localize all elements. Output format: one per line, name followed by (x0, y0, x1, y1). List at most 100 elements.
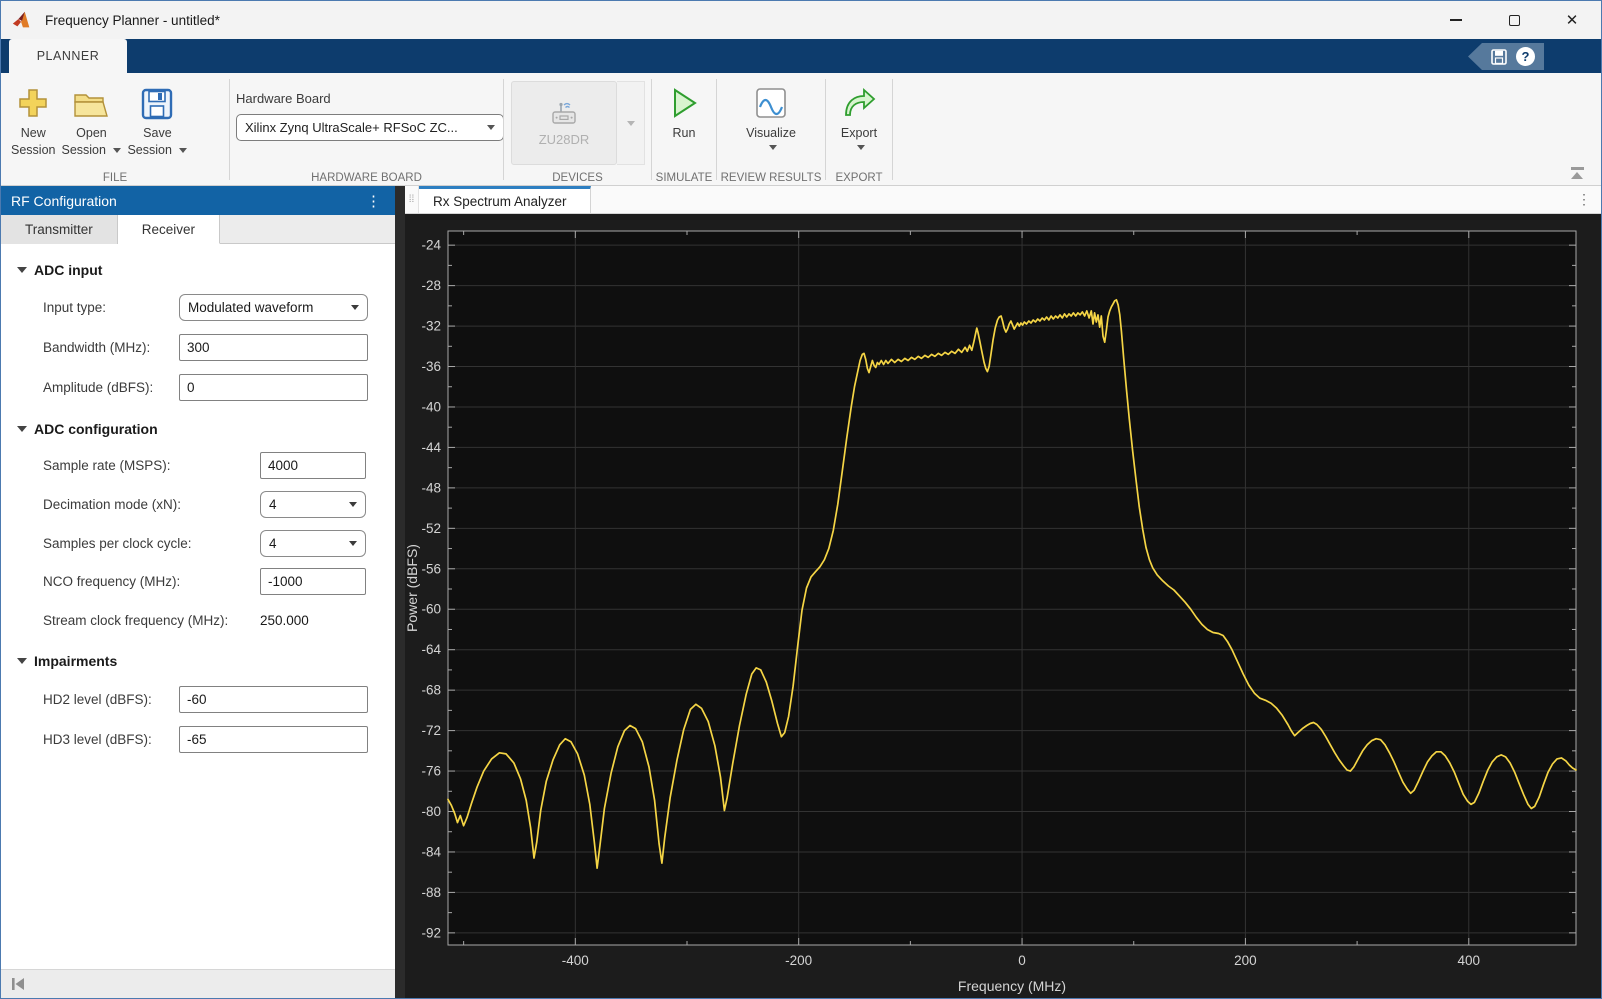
rf-configuration-header: RF Configuration ⋮ (1, 186, 395, 215)
stream-clock-label: Stream clock frequency (MHz): (43, 613, 229, 628)
new-session-button[interactable]: New Session (11, 81, 55, 159)
hardware-board-label: Hardware Board (236, 91, 331, 106)
hardware-board-value: Xilinx Zynq UltraScale+ RFSoC ZC... (245, 120, 458, 135)
minimize-button[interactable] (1427, 1, 1485, 39)
maximize-icon (1508, 14, 1520, 26)
svg-text:0: 0 (1018, 953, 1026, 968)
amplitude-input[interactable] (179, 374, 368, 401)
samples-per-clock-dropdown[interactable]: 4 (260, 530, 366, 557)
svg-text:-52: -52 (421, 521, 441, 536)
ribbon-tab-planner[interactable]: PLANNER (9, 39, 127, 73)
svg-text:-48: -48 (421, 480, 441, 495)
sample-rate-field-wrap (260, 452, 366, 479)
svg-text:-84: -84 (421, 844, 441, 859)
chevron-down-icon (351, 305, 359, 310)
export-dropdown-icon[interactable] (856, 144, 865, 150)
document-menu-icon[interactable]: ⋮ (1577, 191, 1591, 208)
section-export: Export EXPORT (826, 73, 892, 186)
hd2-level-field-wrap (179, 686, 368, 713)
rf-config-tabs: Transmitter Receiver (1, 215, 395, 244)
nco-frequency-input[interactable] (260, 568, 366, 595)
svg-text:-24: -24 (421, 238, 441, 253)
maximize-button[interactable] (1485, 1, 1543, 39)
open-session-button[interactable]: Open Session (61, 81, 122, 159)
decimation-mode-value: 4 (269, 497, 277, 512)
input-type-dropdown[interactable]: Modulated waveform (179, 294, 368, 321)
run-button[interactable]: Run (667, 81, 701, 142)
quick-save-icon[interactable] (1490, 48, 1508, 66)
minimize-icon (1450, 19, 1462, 21)
svg-text:-60: -60 (421, 602, 441, 617)
help-icon[interactable]: ? (1516, 47, 1535, 66)
collapse-ribbon-button[interactable] (1567, 167, 1587, 183)
spectrum-plot-canvas[interactable]: -400 -200 0 200 400 -24 -28 -32 -36 -40 -44 -48 -52 -… (404, 214, 1602, 999)
save-session-icon (140, 81, 174, 121)
ribbon-toolbar: New Session Open Session Save Session FILE (1, 73, 1601, 186)
new-session-icon (15, 81, 51, 121)
decimation-mode-dropdown[interactable]: 4 (260, 491, 366, 518)
visualize-dropdown-icon[interactable] (769, 144, 777, 150)
save-session-dropdown-icon[interactable] (179, 148, 188, 154)
collapse-triangle-icon (17, 426, 27, 432)
visualize-icon (753, 81, 789, 121)
sample-rate-input[interactable] (260, 452, 366, 479)
open-session-dropdown-icon[interactable] (113, 148, 122, 154)
svg-text:400: 400 (1458, 953, 1481, 968)
stream-clock-value: 250.000 (260, 613, 309, 628)
hd2-level-input[interactable] (179, 686, 368, 713)
tab-drag-handle-icon[interactable]: ⁞⁞ (405, 186, 419, 213)
ribbon-band: PLANNER ? (1, 39, 1601, 73)
hd3-level-label: HD3 level (dBFS): (43, 732, 152, 747)
section-adc-configuration[interactable]: ADC configuration (17, 421, 158, 437)
tab-rx-spectrum-analyzer[interactable]: Rx Spectrum Analyzer (419, 186, 591, 213)
close-button[interactable]: ✕ (1543, 1, 1601, 39)
visualize-label: Visualize (746, 126, 796, 140)
new-session-label: New Session (11, 126, 56, 157)
section-adc-input[interactable]: ADC input (17, 262, 102, 278)
section-impairments[interactable]: Impairments (17, 653, 117, 669)
hardware-board-select[interactable]: Xilinx Zynq UltraScale+ RFSoC ZC... (236, 114, 504, 141)
tab-receiver[interactable]: Receiver (117, 215, 221, 244)
panel-menu-icon[interactable]: ⋮ (366, 192, 381, 210)
panel-splitter[interactable] (395, 186, 405, 998)
svg-text:Frequency (MHz): Frequency (MHz) (958, 978, 1066, 994)
section-hardware-board-label: HARDWARE BOARD (311, 172, 422, 184)
divider (892, 79, 893, 180)
bandwidth-label: Bandwidth (MHz): (43, 340, 151, 355)
bandwidth-input[interactable] (179, 334, 368, 361)
decimation-mode-label: Decimation mode (xN): (43, 497, 182, 512)
hd3-level-field-wrap (179, 726, 368, 753)
skip-to-start-icon (12, 978, 24, 990)
svg-text:-72: -72 (421, 723, 441, 738)
save-session-label: Save Session (127, 125, 188, 159)
export-icon (841, 81, 877, 121)
spectrum-plot[interactable]: -400 -200 0 200 400 -24 -28 -32 -36 -40 -44 -48 -52 -… (404, 214, 1602, 999)
tab-transmitter[interactable]: Transmitter (1, 215, 118, 244)
section-review-results: Visualize REVIEW RESULTS (717, 73, 825, 186)
svg-text:-40: -40 (421, 399, 441, 414)
section-export-label: EXPORT (835, 172, 883, 184)
export-button[interactable]: Export (841, 81, 877, 150)
save-session-button[interactable]: Save Session (127, 81, 188, 159)
input-type-label: Input type: (43, 300, 107, 315)
amplitude-field-wrap (179, 374, 368, 401)
nco-frequency-field-wrap (260, 568, 366, 595)
section-file-label: FILE (102, 172, 128, 184)
panel-scrollbar[interactable] (1, 969, 395, 998)
hd2-level-label: HD2 level (dBFS): (43, 692, 152, 707)
run-icon (667, 81, 701, 121)
svg-text:-28: -28 (421, 278, 441, 293)
svg-text:-400: -400 (562, 953, 589, 968)
visualize-button[interactable]: Visualize (746, 81, 796, 150)
svg-text:-36: -36 (421, 359, 441, 374)
section-hardware-board: Hardware Board Xilinx Zynq UltraScale+ R… (230, 73, 504, 186)
skip-to-start-button[interactable] (6, 973, 30, 995)
device-button-zu28dr[interactable]: ZU28DR (511, 81, 617, 165)
section-simulate: Run SIMULATE (652, 73, 716, 186)
device-dropdown-button[interactable] (617, 81, 645, 165)
hd3-level-input[interactable] (179, 726, 368, 753)
bandwidth-field-wrap (179, 334, 368, 361)
open-folder-icon (72, 81, 110, 121)
device-name: ZU28DR (538, 131, 590, 147)
svg-text:-76: -76 (421, 764, 441, 779)
